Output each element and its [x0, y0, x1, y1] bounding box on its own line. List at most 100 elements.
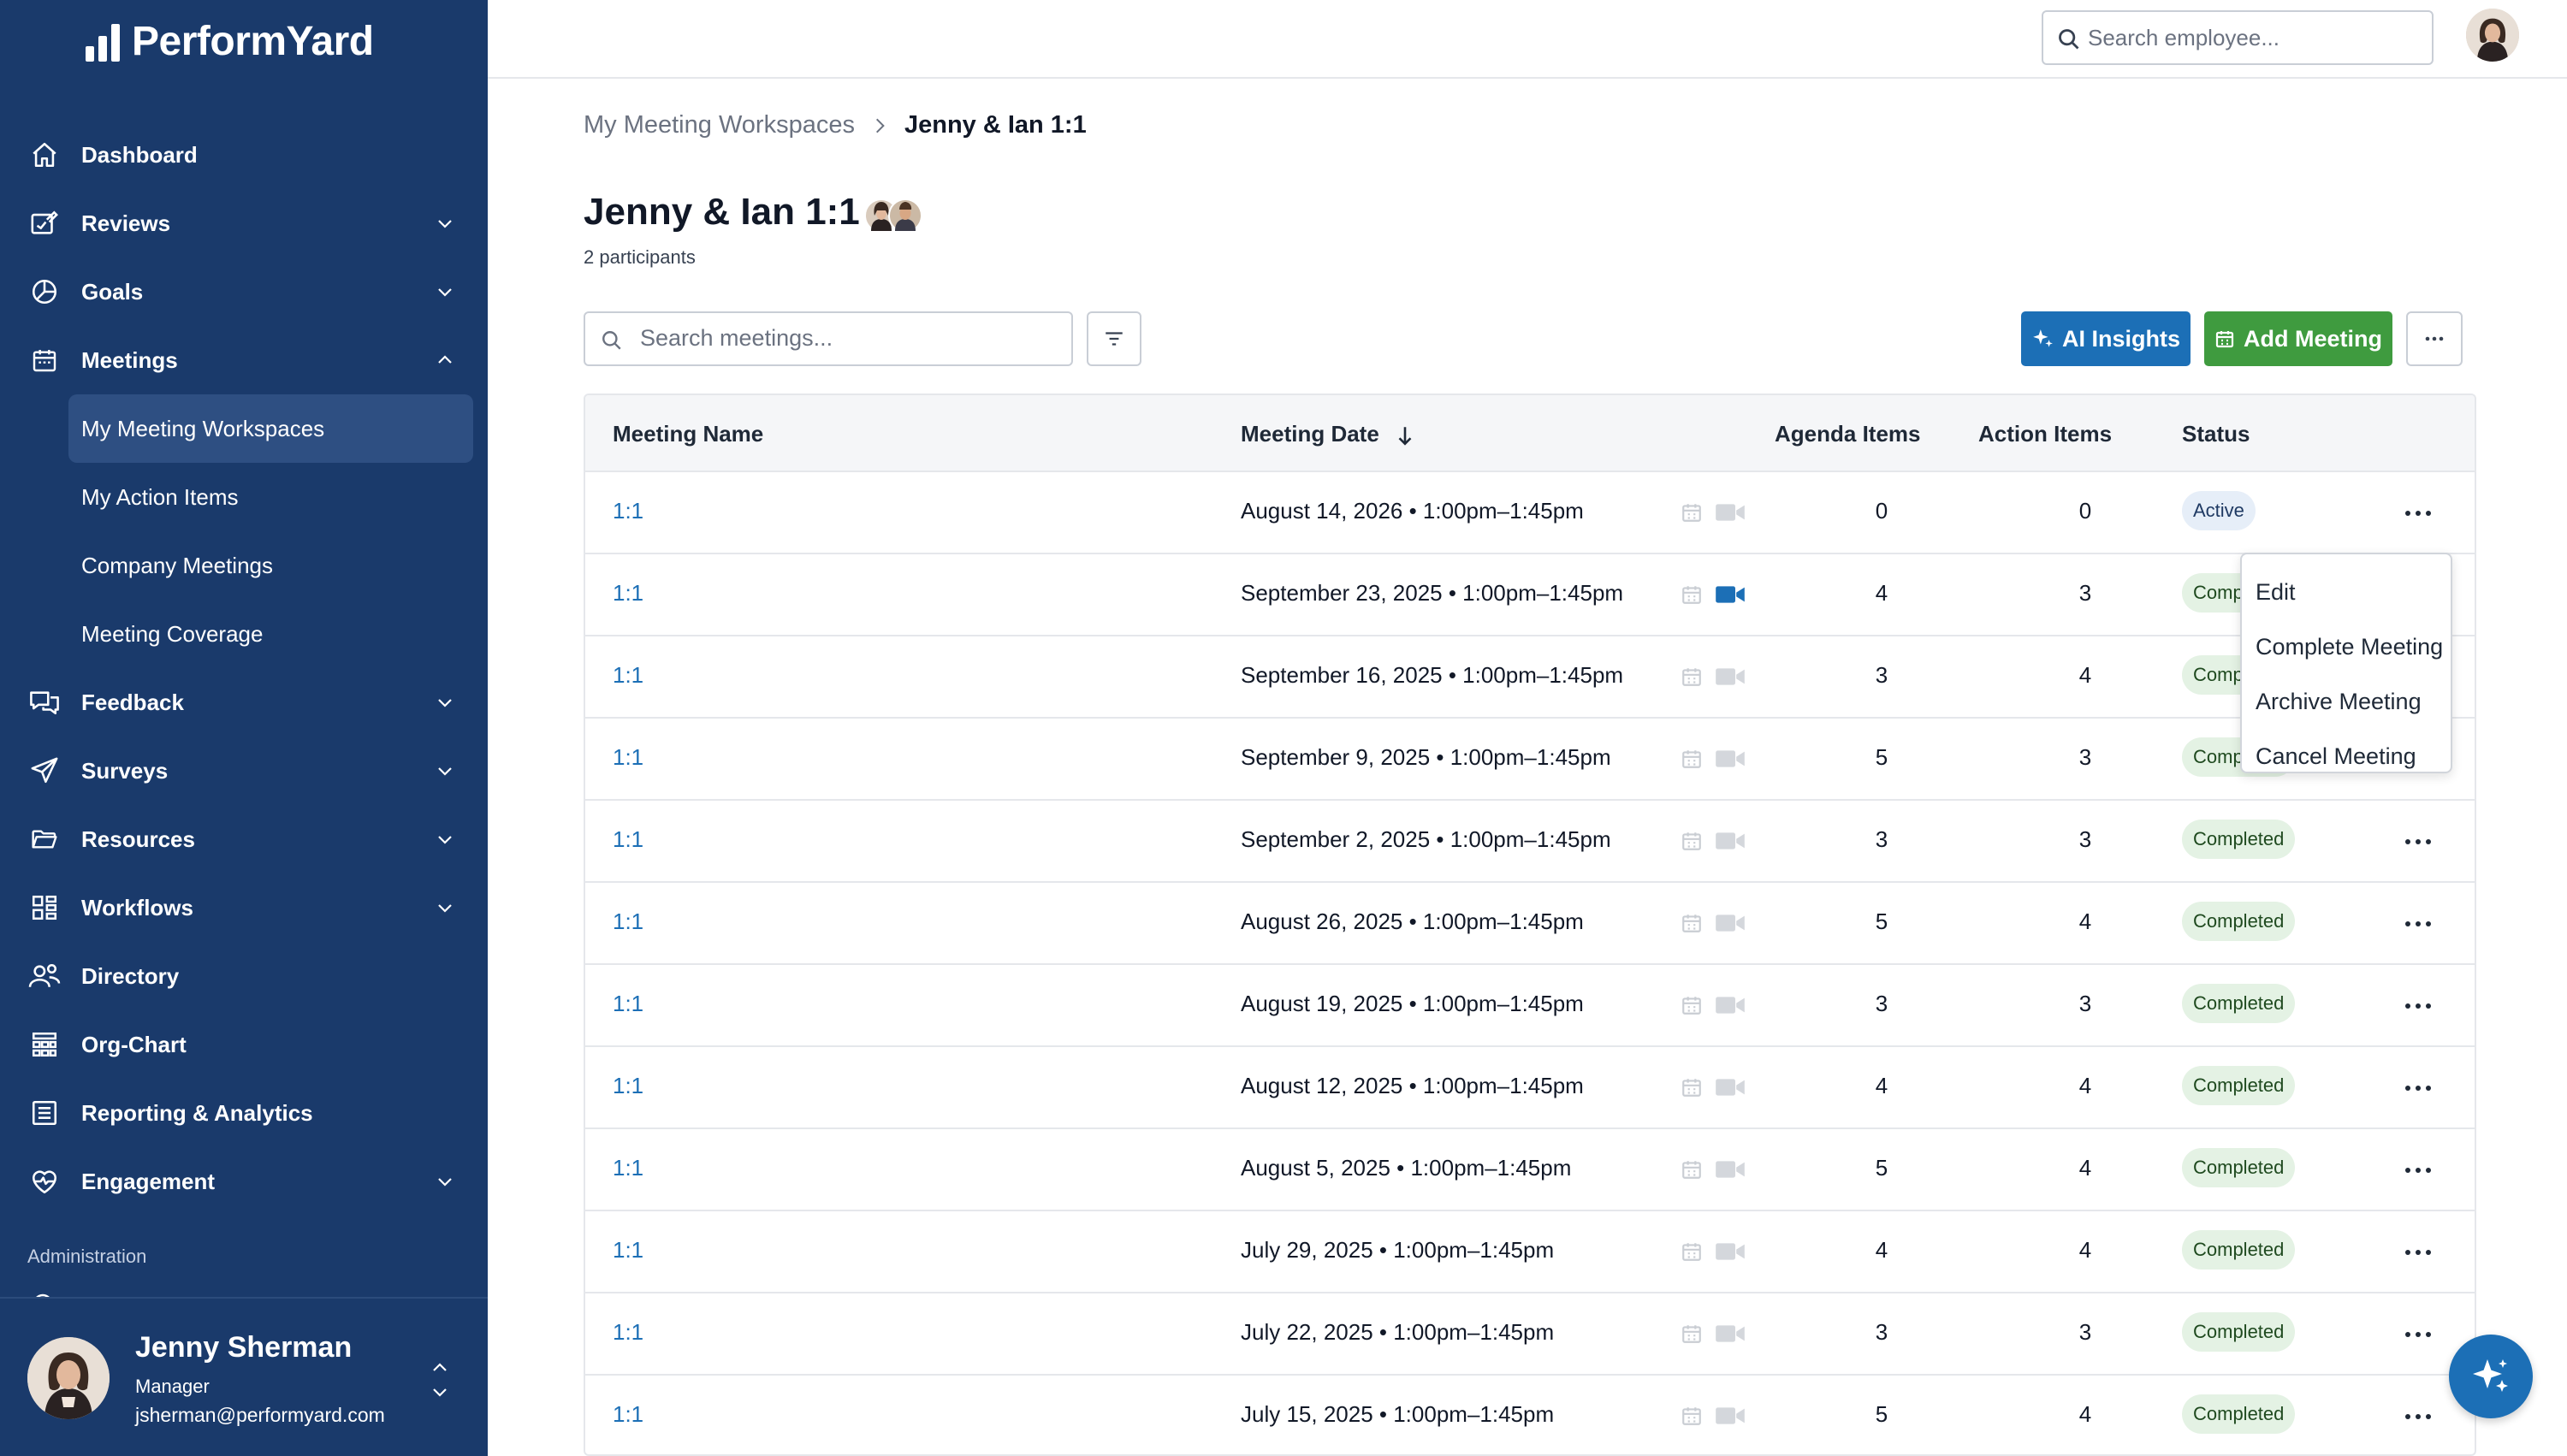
- table-row[interactable]: 1:1 July 22, 2025 • 1:00pm–1:45pm 3 3 Comple…: [585, 1293, 2475, 1376]
- menu-item-cancel-meeting[interactable]: Cancel Meeting: [2242, 729, 2451, 784]
- status-cell: Completed: [2182, 820, 2296, 859]
- nav-directory[interactable]: Directory: [0, 942, 488, 1010]
- menu-item-edit[interactable]: Edit: [2242, 565, 2451, 619]
- ellipsis-icon: [2405, 1086, 2431, 1091]
- row-actions-button[interactable]: [2401, 825, 2435, 859]
- column-header-meeting-name[interactable]: Meeting Name: [613, 421, 763, 447]
- nav-surveys[interactable]: Surveys: [0, 737, 488, 805]
- column-header-agenda-items[interactable]: Agenda Items: [1775, 421, 1921, 447]
- table-row[interactable]: 1:1 August 5, 2025 • 1:00pm–1:45pm 5 4 Compl…: [585, 1129, 2475, 1211]
- meeting-name-link[interactable]: 1:1: [613, 662, 643, 689]
- menu-item-complete-meeting[interactable]: Complete Meeting: [2242, 619, 2451, 674]
- avatar[interactable]: [2466, 9, 2519, 62]
- breadcrumb-parent[interactable]: My Meeting Workspaces: [584, 111, 855, 139]
- employee-search[interactable]: [2042, 10, 2434, 65]
- meeting-name-link[interactable]: 1:1: [613, 1155, 643, 1181]
- table-row[interactable]: 1:1 August 26, 2025 • 1:00pm–1:45pm 5 4 Comp…: [585, 883, 2475, 965]
- row-actions-button[interactable]: [2401, 496, 2435, 530]
- meeting-date: August 12, 2025 • 1:00pm–1:45pm: [1241, 1073, 1584, 1098]
- filter-icon: [1106, 332, 1123, 346]
- sidebar-item-my-meeting-workspaces[interactable]: My Meeting Workspaces: [68, 394, 473, 463]
- ai-assistant-button[interactable]: [2449, 1335, 2533, 1418]
- nav-resources[interactable]: Resources: [0, 805, 488, 873]
- table-row[interactable]: 1:1 August 12, 2025 • 1:00pm–1:45pm 4 4 Comp…: [585, 1047, 2475, 1129]
- calendar-icon: [1682, 1161, 1701, 1179]
- nav-engagement[interactable]: Engagement: [0, 1147, 488, 1216]
- table-row[interactable]: 1:1 August 14, 2026 • 1:00pm–1:45pm 0 0 Acti…: [585, 472, 2475, 554]
- meeting-search-input[interactable]: [640, 325, 1051, 352]
- filter-button[interactable]: [1087, 311, 1141, 366]
- sidebar-item-my-action-items[interactable]: My Action Items: [0, 463, 488, 531]
- meeting-date: September 2, 2025 • 1:00pm–1:45pm: [1241, 826, 1611, 852]
- table-row[interactable]: 1:1 September 16, 2025 • 1:00pm–1:45pm 3 4 C…: [585, 636, 2475, 719]
- meeting-name-link[interactable]: 1:1: [613, 909, 643, 935]
- employee-search-input[interactable]: [2088, 24, 2413, 51]
- meeting-date: July 15, 2025 • 1:00pm–1:45pm: [1241, 1401, 1555, 1427]
- row-actions-button[interactable]: [2401, 1071, 2435, 1105]
- meeting-name-link[interactable]: 1:1: [613, 1237, 643, 1264]
- nav-reporting-analytics[interactable]: Reporting & Analytics: [0, 1079, 488, 1147]
- table-row[interactable]: 1:1 September 2, 2025 • 1:00pm–1:45pm 3 3 Co…: [585, 801, 2475, 883]
- row-actions-button[interactable]: [2401, 1153, 2435, 1187]
- nav-workflows[interactable]: Workflows: [0, 873, 488, 942]
- column-header-status[interactable]: Status: [2182, 421, 2250, 447]
- nav-label: Engagement: [81, 1168, 216, 1194]
- meeting-name-link[interactable]: 1:1: [613, 991, 643, 1017]
- nav-label: Goals: [81, 278, 144, 305]
- nav-label: Meetings: [81, 346, 178, 373]
- more-options-button[interactable]: [2406, 311, 2463, 366]
- meeting-name-link[interactable]: 1:1: [613, 580, 643, 607]
- column-header-action-items[interactable]: Action Items: [1978, 421, 2112, 447]
- ai-insights-button[interactable]: AI Insights: [2021, 311, 2191, 366]
- status-badge: Completed: [2182, 984, 2296, 1023]
- meeting-name-link[interactable]: 1:1: [613, 1401, 643, 1428]
- meeting-name-link[interactable]: 1:1: [613, 1073, 643, 1099]
- meeting-name-link[interactable]: 1:1: [613, 744, 643, 771]
- user-profile-footer[interactable]: Jenny Sherman Manager jsherman@performya…: [0, 1297, 488, 1456]
- status-cell: Completed: [2182, 902, 2296, 941]
- nav-feedback[interactable]: Feedback: [0, 668, 488, 737]
- nav-label: Feedback: [81, 689, 184, 715]
- column-header-meeting-date[interactable]: Meeting Date: [1241, 421, 1414, 447]
- table-row[interactable]: 1:1 July 29, 2025 • 1:00pm–1:45pm 4 4 Comple…: [585, 1211, 2475, 1293]
- row-actions-button[interactable]: [2401, 989, 2435, 1023]
- goals-icon: [27, 275, 62, 309]
- nav-meetings[interactable]: Meetings: [0, 326, 488, 394]
- brand-logo[interactable]: PerformYard: [86, 15, 374, 67]
- row-actions-button[interactable]: [2401, 1317, 2435, 1352]
- row-actions-button[interactable]: [2401, 1235, 2435, 1270]
- video-camera-icon: [1716, 1325, 1745, 1342]
- row-actions-button[interactable]: [2401, 1400, 2435, 1434]
- surveys-icon: [27, 754, 62, 788]
- meeting-date: August 26, 2025 • 1:00pm–1:45pm: [1241, 909, 1584, 934]
- action-items-count: 4: [2078, 1073, 2092, 1098]
- table-row[interactable]: 1:1 July 15, 2025 • 1:00pm–1:45pm 5 4 Comple…: [585, 1376, 2475, 1454]
- sidebar-item-company-meetings[interactable]: Company Meetings: [0, 531, 488, 600]
- meeting-name-link[interactable]: 1:1: [613, 1319, 643, 1346]
- sparkle-icon: [2473, 1359, 2508, 1392]
- menu-item-archive-meeting[interactable]: Archive Meeting: [2242, 674, 2451, 729]
- sidebar-item-meeting-coverage[interactable]: Meeting Coverage: [0, 600, 488, 668]
- video-camera-icon[interactable]: [1715, 584, 1746, 605]
- meetings-table: Meeting Name Meeting Date Agenda Items A…: [584, 394, 2476, 1456]
- table-row[interactable]: 1:1 August 19, 2025 • 1:00pm–1:45pm 3 3 Comp…: [585, 965, 2475, 1047]
- expand-collapse-icon[interactable]: [430, 1358, 450, 1401]
- add-meeting-button[interactable]: Add Meeting: [2204, 311, 2392, 366]
- chevron-right-icon: [875, 118, 885, 133]
- calendar-icon: [1682, 832, 1701, 850]
- nav-org-chart[interactable]: Org-Chart: [0, 1010, 488, 1079]
- nav-label: Reviews: [81, 210, 171, 236]
- table-row[interactable]: 1:1 September 9, 2025 • 1:00pm–1:45pm 5 3 Co…: [585, 719, 2475, 801]
- nav-dashboard[interactable]: Dashboard: [0, 121, 488, 189]
- row-actions-button[interactable]: [2401, 907, 2435, 941]
- nav-goals[interactable]: Goals: [0, 257, 488, 326]
- table-row[interactable]: 1:1 September 23, 2025 • 1:00pm–1:45pm 4 3 C…: [585, 554, 2475, 636]
- calendar-icon: [1682, 914, 1701, 932]
- meeting-name-link[interactable]: 1:1: [613, 498, 643, 524]
- video-camera-icon: [1716, 832, 1745, 849]
- participant-avatars[interactable]: [864, 197, 926, 234]
- meeting-search[interactable]: [584, 311, 1073, 366]
- meeting-name-link[interactable]: 1:1: [613, 826, 643, 853]
- action-items-count: 4: [2078, 909, 2092, 934]
- nav-reviews[interactable]: Reviews: [0, 189, 488, 257]
